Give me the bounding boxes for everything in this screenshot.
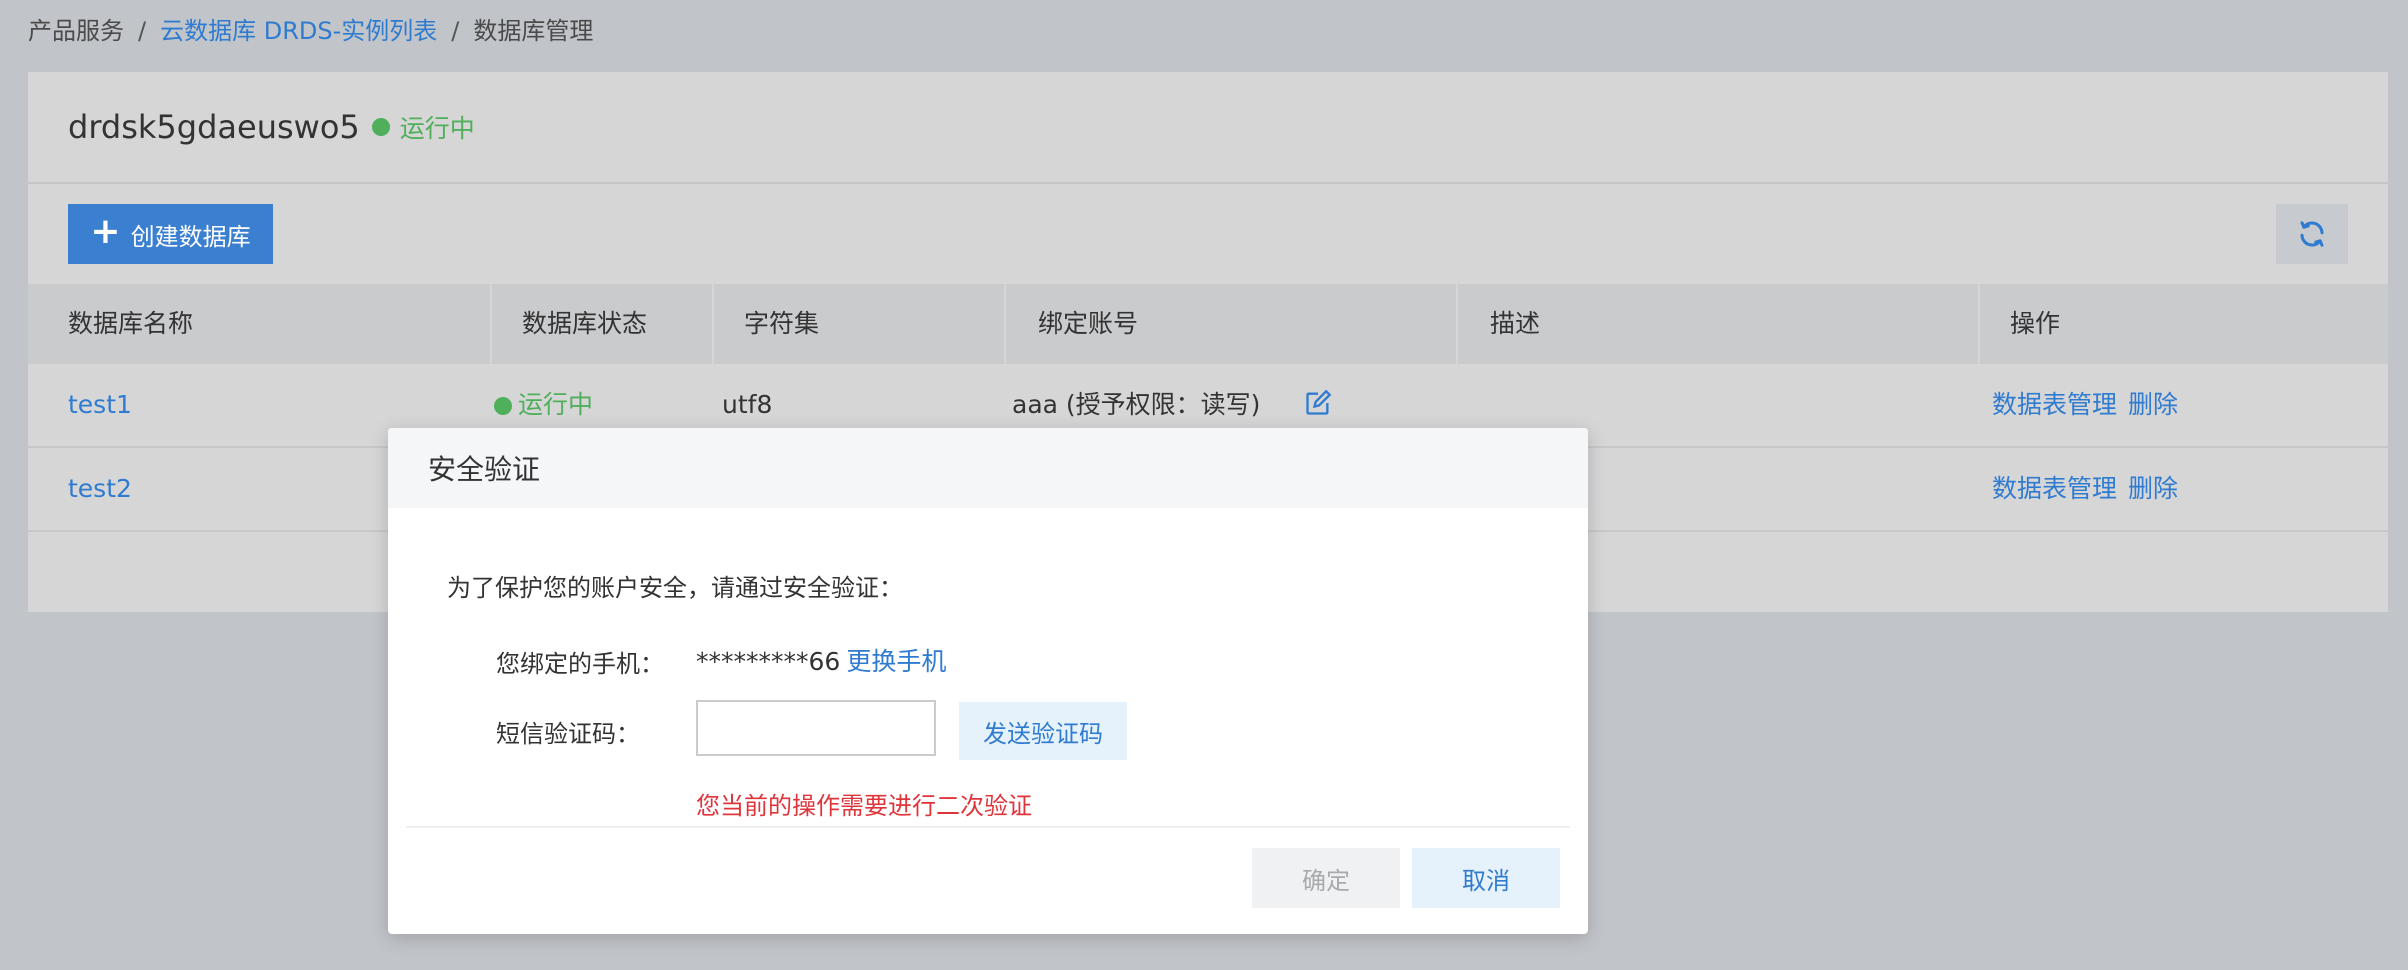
database-status-text: 运行中 [518,390,594,419]
column-header-name: 数据库名称 [28,284,492,364]
instance-status: 运行中 [399,114,475,143]
confirm-button[interactable]: 确定 [1252,848,1400,908]
database-name-link[interactable]: test1 [68,364,132,446]
breadcrumb-item-products[interactable]: 产品服务 [28,14,124,48]
sms-code-label: 短信验证码： [496,720,640,748]
column-header-status: 数据库状态 [490,284,714,364]
phone-value: *********66 更换手机 [696,642,946,678]
breadcrumb-separator: / [138,17,147,45]
database-account-text: aaa (授予权限：读写) [1012,390,1261,419]
refresh-icon [2300,221,2324,247]
cancel-button[interactable]: 取消 [1412,848,1560,908]
create-database-label: 创建数据库 [130,222,251,251]
dialog-divider [406,826,1570,828]
dialog-title: 安全验证 [388,428,1588,508]
edit-icon[interactable] [1304,389,1332,417]
table-management-link[interactable]: 数据表管理 [1992,364,2117,446]
breadcrumb: 产品服务 / 云数据库 DRDS-实例列表 / 数据库管理 [28,14,593,48]
database-name-link[interactable]: test2 [68,448,132,530]
status-dot-icon [494,397,512,415]
create-database-button[interactable]: + 创建数据库 [68,204,273,264]
status-dot-icon [371,118,390,136]
sms-code-input[interactable] [696,700,936,756]
column-header-actions: 操作 [2010,309,2061,338]
breadcrumb-item-db-management: 数据库管理 [473,17,594,45]
masked-phone-number: *********66 [696,647,841,676]
instance-name: drdsk5gdaeuswo5 [68,108,360,146]
phone-label: 您绑定的手机： [496,650,664,678]
plus-icon: + [90,211,121,252]
error-message: 您当前的操作需要进行二次验证 [696,792,1032,820]
change-phone-link[interactable]: 更换手机 [846,647,946,676]
instance-header: drdsk5gdaeuswo5 运行中 [28,72,2388,184]
table-header: 数据库名称 数据库状态 字符集 绑定账号 描述 操作 [28,284,2388,364]
toolbar: + 创建数据库 [28,184,2388,284]
table-management-link[interactable]: 数据表管理 [1992,448,2117,530]
breadcrumb-separator: / [451,17,460,45]
column-header-account: 绑定账号 [1004,284,1458,364]
column-header-charset: 字符集 [712,284,1006,364]
delete-link[interactable]: 删除 [2128,448,2178,530]
column-header-description: 描述 [1456,284,1980,364]
refresh-button[interactable] [2276,204,2348,264]
breadcrumb-item-instance-list[interactable]: 云数据库 DRDS-实例列表 [160,14,437,48]
delete-link[interactable]: 删除 [2128,364,2178,446]
dialog-intro-text: 为了保护您的账户安全，请通过安全验证： [447,574,903,602]
send-code-button[interactable]: 发送验证码 [959,702,1127,760]
security-verification-dialog: 安全验证 为了保护您的账户安全，请通过安全验证： 您绑定的手机： *******… [388,428,1588,934]
